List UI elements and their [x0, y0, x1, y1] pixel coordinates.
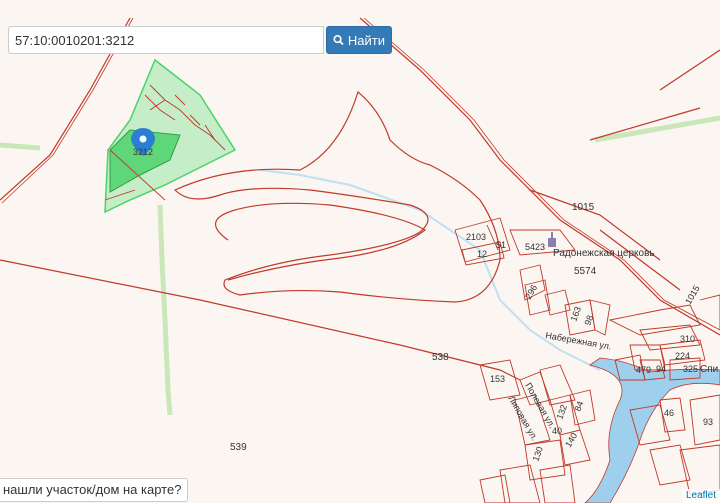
parcel-label: 539: [230, 442, 247, 453]
parcel-label: 5574: [574, 266, 597, 277]
attribution-link[interactable]: Leaflet: [681, 489, 720, 503]
parcel-label: 224: [675, 351, 690, 361]
parcel-label: 325: [683, 364, 698, 374]
marker-label: 3212: [133, 147, 153, 157]
parcel-label: 40: [552, 426, 562, 436]
search-bar: Найти: [8, 26, 392, 54]
church-label: Радонежская церковь: [553, 248, 655, 259]
search-icon: [333, 35, 344, 46]
parcel-label: 2103: [466, 232, 486, 242]
search-button[interactable]: Найти: [326, 26, 392, 54]
parcel-label: 12: [477, 249, 487, 259]
parcel-label: 538: [432, 352, 449, 363]
parcel-label: 94: [656, 364, 666, 374]
parcel-label: 5423: [525, 242, 545, 252]
parcel-label: 310: [680, 334, 695, 344]
parcel-label: 93: [703, 417, 713, 427]
parcel-label: 1015: [572, 202, 595, 213]
search-button-label: Найти: [347, 32, 385, 48]
parcel-label: 479: [636, 365, 651, 375]
parcel-label: 51: [496, 240, 506, 250]
parcel-label: 46: [664, 408, 674, 418]
map-canvas[interactable]: 3212 1015 1015 2103 51 12 5423 5574 538 …: [0, 0, 720, 503]
village-label: Спи: [700, 364, 718, 375]
parcel-label: 153: [490, 374, 505, 384]
search-input[interactable]: [8, 26, 324, 54]
not-found-link[interactable]: нашли участок/дом на карте?: [0, 478, 189, 502]
